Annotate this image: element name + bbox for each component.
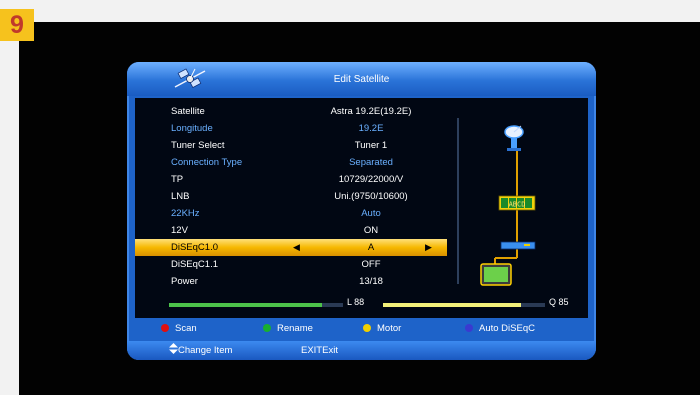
tv-icon [480, 263, 512, 286]
scan-key-label: Scan [175, 323, 197, 334]
setting-label: Satellite [171, 106, 205, 117]
setting-label: TP [171, 174, 184, 185]
diseqc-switch-icon: ABCD [498, 195, 536, 211]
setting-label: Connection Type [171, 157, 243, 168]
setting-row-power[interactable]: Power 13/18 [135, 273, 447, 290]
settings-panel: Satellite Astra 19.2E(19.2E) Longitude 1… [135, 98, 588, 292]
setting-row-longitude[interactable]: Longitude 19.2E [135, 120, 447, 137]
exit-hint[interactable]: EXITExit [301, 341, 338, 360]
level-bar-fill [169, 303, 323, 307]
receiver-icon [500, 241, 536, 250]
setting-row-diseqc11[interactable]: DiSEqC1.1 OFF [135, 256, 447, 273]
switch-label: ABCD [509, 201, 526, 209]
motor-key-label: Motor [377, 323, 402, 334]
up-down-arrow-icon [169, 343, 178, 354]
setting-label: 22KHz [171, 208, 200, 219]
change-item-hint[interactable]: Change Item [169, 341, 232, 360]
auto-diseqc-key-label: Auto DiSEqC [479, 323, 535, 334]
setting-row-connection-type[interactable]: Connection Type Separated [135, 154, 447, 171]
setting-value: ON [363, 225, 379, 236]
setting-row-satellite[interactable]: Satellite Astra 19.2E(19.2E) [135, 103, 447, 120]
setting-label: Power [171, 276, 198, 287]
setting-label: LNB [171, 191, 190, 202]
setting-value: Auto [361, 208, 381, 219]
yellow-key-icon [363, 324, 371, 332]
motor-key[interactable]: Motor [363, 320, 401, 337]
setting-row-tp[interactable]: TP 10729/22000/V [135, 171, 447, 188]
setting-value: 10729/22000/V [338, 174, 404, 185]
dialog-header: Edit Satellite [127, 62, 596, 96]
connection-diagram: ABCD [480, 125, 536, 286]
step-number-badge: 9 [0, 9, 34, 41]
setting-label: DiSEqC1.0 [171, 242, 218, 253]
setting-value: 19.2E [358, 123, 384, 134]
signal-meters: L 88 Q 85 [135, 292, 588, 318]
rename-key[interactable]: Rename [263, 320, 313, 337]
arrow-right-icon[interactable]: ▶ [425, 239, 432, 256]
setting-row-diseqc10[interactable]: DiSEqC1.0 ◀ A ▶ [135, 239, 447, 256]
setting-label: Longitude [171, 123, 213, 134]
edit-satellite-dialog: Edit Satellite Satellite Astra 19.2E(19.… [127, 62, 596, 360]
setting-label: 12V [171, 225, 188, 236]
setting-value: Separated [349, 157, 393, 168]
setting-row-lnb[interactable]: LNB Uni.(9750/10600) [135, 188, 447, 205]
dialog-title: Edit Satellite [333, 74, 390, 85]
navigation-hint-bar: Change Item EXITExit [127, 341, 596, 360]
rename-key-label: Rename [277, 323, 313, 334]
setting-value: Uni.(9750/10600) [334, 191, 408, 202]
satellite-dish-icon [504, 125, 524, 151]
setting-label: DiSEqC1.1 [171, 259, 218, 270]
quality-bar [383, 303, 545, 307]
quality-readout: Q 85 [549, 297, 569, 307]
setting-row-tuner-select[interactable]: Tuner Select Tuner 1 [135, 137, 447, 154]
setting-row-12v[interactable]: 12V ON [135, 222, 447, 239]
setting-value: Astra 19.2E(19.2E) [330, 106, 412, 117]
setting-label: Tuner Select [171, 140, 225, 151]
red-key-icon [161, 324, 169, 332]
green-key-icon [263, 324, 271, 332]
level-readout: L 88 [347, 297, 365, 307]
exit-label: Exit [322, 345, 338, 356]
setting-value: OFF [361, 259, 381, 270]
panel-divider [457, 118, 459, 284]
level-bar [169, 303, 343, 307]
setting-row-22khz[interactable]: 22KHz Auto [135, 205, 447, 222]
scan-key[interactable]: Scan [161, 320, 197, 337]
quality-bar-fill [383, 303, 521, 307]
color-key-legend: Scan Rename Motor Auto DiSEqC [127, 320, 596, 337]
setting-value: Tuner 1 [354, 140, 388, 151]
setting-value: 13/18 [359, 276, 383, 287]
exit-key-label: EXIT [301, 345, 323, 356]
change-item-label: Change Item [178, 345, 233, 356]
blue-key-icon [465, 324, 473, 332]
auto-diseqc-key[interactable]: Auto DiSEqC [465, 320, 535, 337]
